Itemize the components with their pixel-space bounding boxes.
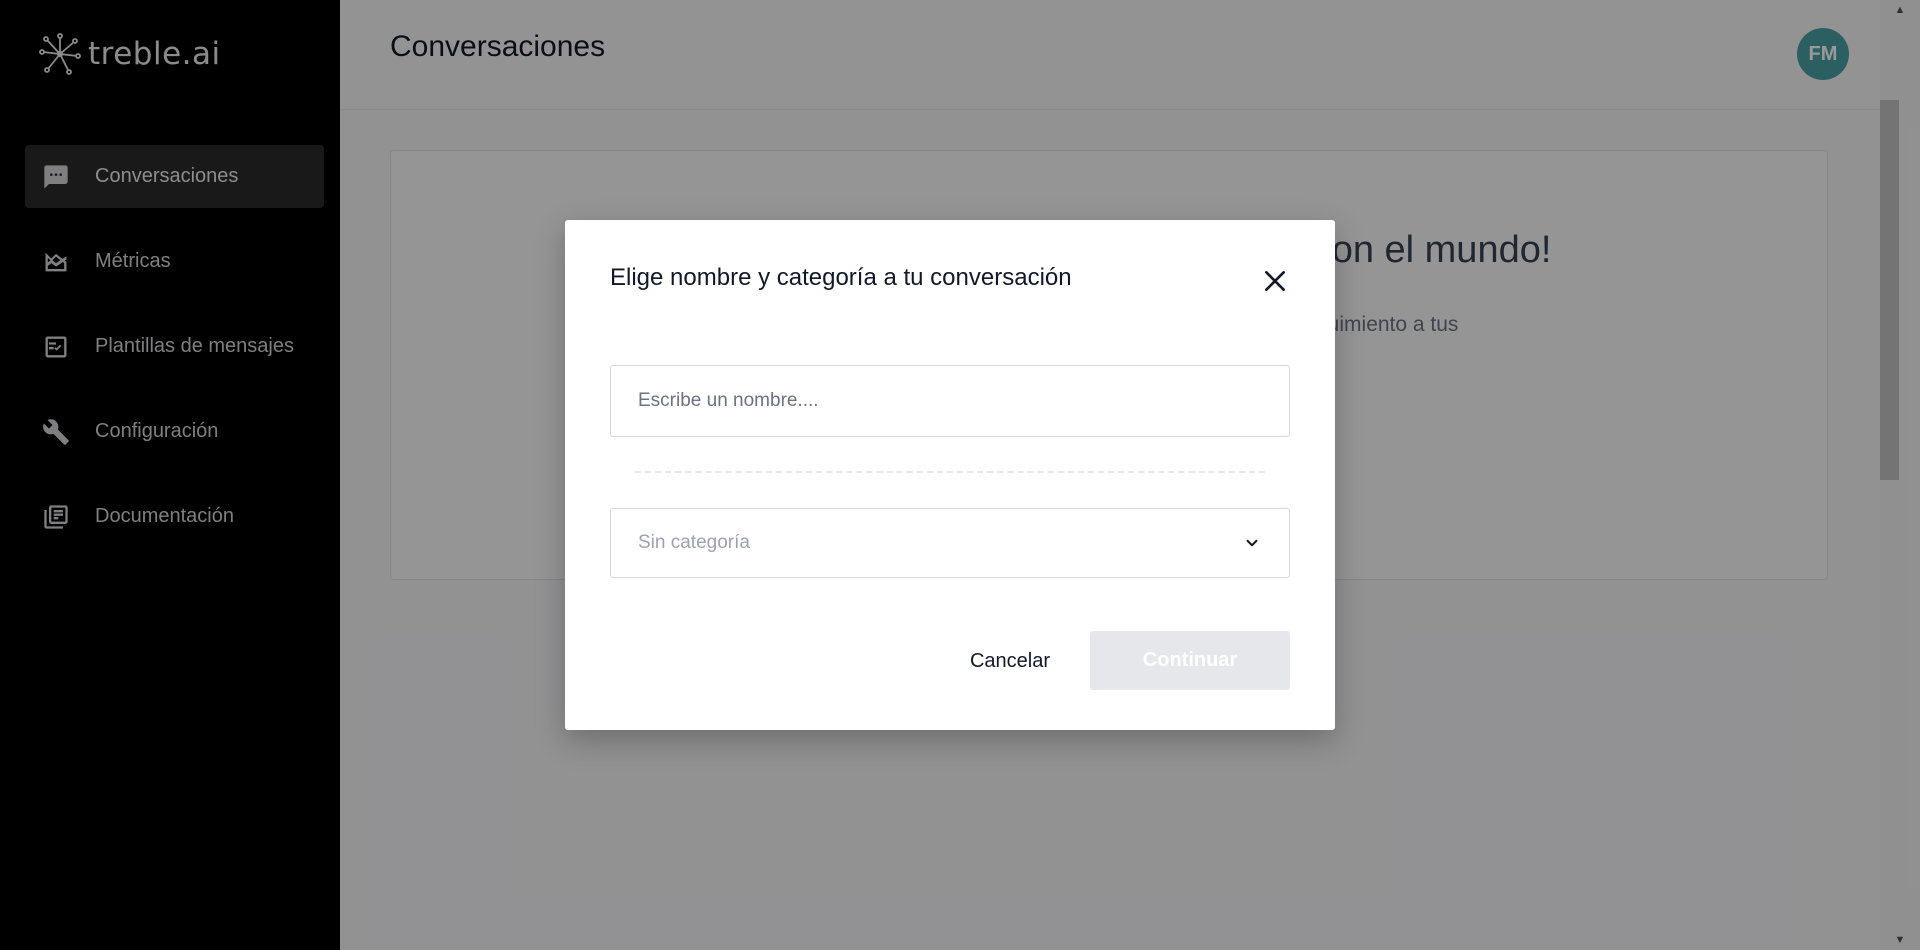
chevron-down-icon (1242, 533, 1262, 553)
modal-title: Elige nombre y categoría a tu conversaci… (610, 264, 1072, 291)
continue-button[interactable]: Continuar (1090, 631, 1290, 690)
category-selected-value: Sin categoría (638, 532, 750, 553)
close-icon[interactable] (1260, 266, 1290, 296)
conversation-name-input[interactable] (610, 365, 1290, 437)
cancel-button[interactable]: Cancelar (945, 632, 1075, 690)
new-conversation-modal: Elige nombre y categoría a tu conversaci… (565, 220, 1335, 730)
divider (635, 471, 1265, 473)
app-root: treble.ai Conversaciones Métricas Planti… (0, 0, 1920, 950)
category-select[interactable]: Sin categoría (610, 508, 1290, 578)
